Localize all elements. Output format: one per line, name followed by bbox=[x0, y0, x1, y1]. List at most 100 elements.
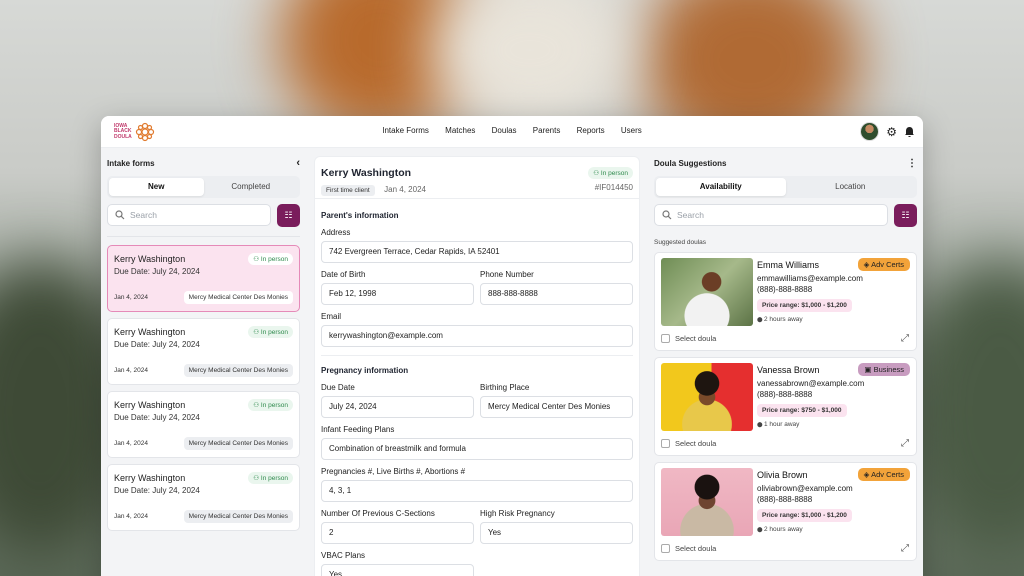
due-date-field[interactable]: July 24, 2024 bbox=[321, 396, 474, 418]
select-doula[interactable]: Select doula bbox=[661, 544, 716, 553]
phone-label: Phone Number bbox=[480, 270, 534, 279]
mode-text: In person bbox=[600, 170, 628, 177]
mode-badge: ⚇ In person bbox=[248, 399, 293, 411]
csection-field[interactable]: 2 bbox=[321, 522, 474, 544]
address-field[interactable]: 742 Evergreen Terrace, Cedar Rapids, IA … bbox=[321, 241, 633, 263]
due-date: Due Date: July 24, 2024 bbox=[114, 486, 200, 495]
mode-badge: ⚇ In person bbox=[248, 326, 293, 338]
more-vertical-icon[interactable]: ⋮ bbox=[907, 158, 917, 169]
pregnancy-section-title: Pregnancy information bbox=[321, 366, 409, 375]
doula-photo bbox=[661, 468, 753, 536]
filter-button[interactable]: ☷ bbox=[277, 204, 300, 227]
intake-card[interactable]: Kerry Washington Due Date: July 24, 2024… bbox=[107, 464, 300, 531]
pregnancies-label: Pregnancies #, Live Births #, Abortions … bbox=[321, 467, 466, 476]
distance: ⬤ 1 hour away bbox=[757, 421, 799, 428]
select-doula[interactable]: Select doula bbox=[661, 439, 716, 448]
select-checkbox[interactable] bbox=[661, 334, 670, 343]
select-label: Select doula bbox=[675, 439, 717, 448]
feeding-field[interactable]: Combination of breastmilk and formula bbox=[321, 438, 633, 460]
people-icon: ⚇ bbox=[253, 402, 261, 409]
doula-suggestions-panel: Doula Suggestions ⋮ Availability Locatio… bbox=[654, 156, 917, 576]
intake-detail-panel: Kerry Washington First time client Jan 4… bbox=[314, 156, 640, 576]
briefcase-icon: ▣ bbox=[864, 365, 874, 374]
intake-card[interactable]: Kerry Washington Due Date: July 24, 2024… bbox=[107, 391, 300, 458]
doula-photo bbox=[661, 363, 753, 431]
doula-email: vanessabrown@example.com bbox=[757, 379, 865, 388]
collapse-chevron-icon[interactable]: ‹ bbox=[296, 157, 300, 169]
badge-text: Adv Certs bbox=[871, 470, 904, 479]
nav-matches[interactable]: Matches bbox=[445, 126, 475, 135]
expand-icon[interactable]: ⤢ bbox=[901, 333, 909, 344]
panel-title: Intake forms bbox=[107, 158, 155, 168]
doula-email: oliviabrown@example.com bbox=[757, 484, 853, 493]
expand-icon[interactable]: ⤢ bbox=[901, 438, 909, 449]
search-placeholder: Search bbox=[130, 210, 157, 220]
high-risk-field[interactable]: Yes bbox=[480, 522, 633, 544]
hospital-tag: Mercy Medical Center Des Monies bbox=[183, 364, 293, 377]
intake-tabs: New Completed bbox=[107, 176, 300, 198]
birthing-place-field[interactable]: Mercy Medical Center Des Monies bbox=[480, 396, 633, 418]
mode-badge: ⚇ In person bbox=[248, 253, 293, 265]
doula-tabs: Availability Location bbox=[654, 176, 917, 198]
nav-users[interactable]: Users bbox=[621, 126, 642, 135]
mode-text: In person bbox=[260, 256, 288, 263]
csection-label: Number Of Previous C-Sections bbox=[321, 509, 435, 518]
distance-text: 2 hours away bbox=[764, 316, 803, 323]
distance: ⬤ 2 hours away bbox=[757, 316, 803, 323]
phone-field[interactable]: 888-888-8888 bbox=[480, 283, 633, 305]
dob-field[interactable]: Feb 12, 1998 bbox=[321, 283, 474, 305]
doula-card[interactable]: Emma Williams ◈ Adv Certs emmawilliams@e… bbox=[654, 252, 917, 351]
high-risk-label: High Risk Pregnancy bbox=[480, 509, 555, 518]
nav-parents[interactable]: Parents bbox=[533, 126, 561, 135]
select-doula[interactable]: Select doula bbox=[661, 334, 716, 343]
pregnancies-field[interactable]: 4, 3, 1 bbox=[321, 480, 633, 502]
intake-date: Jan 4, 2024 bbox=[384, 185, 426, 194]
parent-section-title: Parent's information bbox=[321, 211, 399, 220]
mode-badge: ⚇ In person bbox=[248, 472, 293, 484]
people-icon: ⚇ bbox=[253, 329, 261, 336]
top-bar: IOWA BLACK DOULA Intake Forms Matches Do… bbox=[101, 116, 923, 148]
doula-name: Olivia Brown bbox=[757, 470, 808, 480]
gear-icon[interactable]: ⚙ bbox=[886, 126, 897, 138]
due-date: Due Date: July 24, 2024 bbox=[114, 413, 200, 422]
filter-button[interactable]: ☷ bbox=[894, 204, 917, 227]
user-avatar[interactable] bbox=[860, 122, 880, 141]
doula-card[interactable]: Olivia Brown ◈ Adv Certs oliviabrown@exa… bbox=[654, 462, 917, 561]
nav-intake-forms[interactable]: Intake Forms bbox=[382, 126, 429, 135]
badge-text: Business bbox=[873, 365, 904, 374]
select-checkbox[interactable] bbox=[661, 544, 670, 553]
doula-search-input[interactable]: Search bbox=[654, 204, 888, 226]
doula-name: Vanessa Brown bbox=[757, 365, 820, 375]
nav-doulas[interactable]: Doulas bbox=[492, 126, 517, 135]
search-placeholder: Search bbox=[677, 210, 704, 220]
tab-completed[interactable]: Completed bbox=[204, 178, 299, 196]
price-tag: Price range: $750 - $1,000 bbox=[757, 404, 847, 417]
intake-id: #IF014450 bbox=[594, 183, 633, 192]
nav-reports[interactable]: Reports bbox=[577, 126, 605, 135]
feeding-label: Infant Feeding Plans bbox=[321, 425, 395, 434]
doula-photo bbox=[661, 258, 753, 326]
email-field[interactable]: kerrywashington@example.com bbox=[321, 325, 633, 347]
mode-text: In person bbox=[260, 475, 288, 482]
search-input[interactable]: Search bbox=[107, 204, 271, 226]
location-pin-icon: ⬤ bbox=[757, 317, 764, 323]
suggested-subtitle: Suggested doulas bbox=[654, 239, 707, 246]
vbac-field[interactable]: Yes bbox=[321, 564, 474, 576]
select-label: Select doula bbox=[675, 544, 717, 553]
tab-availability[interactable]: Availability bbox=[656, 178, 786, 196]
address-label: Address bbox=[321, 228, 351, 237]
certs-badge: ◈ Adv Certs bbox=[857, 468, 910, 481]
card-date: Jan 4, 2024 bbox=[114, 294, 148, 301]
dob-label: Date of Birth bbox=[321, 270, 366, 279]
intake-card[interactable]: Kerry Washington Due Date: July 24, 2024… bbox=[107, 318, 300, 385]
intake-card[interactable]: Kerry Washington Due Date: July 24, 2024… bbox=[107, 245, 300, 312]
client-type-tag: First time client bbox=[321, 185, 375, 196]
bell-icon[interactable] bbox=[904, 126, 915, 138]
mode-text: In person bbox=[260, 402, 288, 409]
tab-location[interactable]: Location bbox=[786, 178, 916, 196]
select-checkbox[interactable] bbox=[661, 439, 670, 448]
doula-card[interactable]: Vanessa Brown ▣ Business vanessabrown@ex… bbox=[654, 357, 917, 456]
tab-new[interactable]: New bbox=[109, 178, 204, 196]
client-name-heading: Kerry Washington bbox=[321, 167, 412, 179]
expand-icon[interactable]: ⤢ bbox=[901, 543, 909, 554]
